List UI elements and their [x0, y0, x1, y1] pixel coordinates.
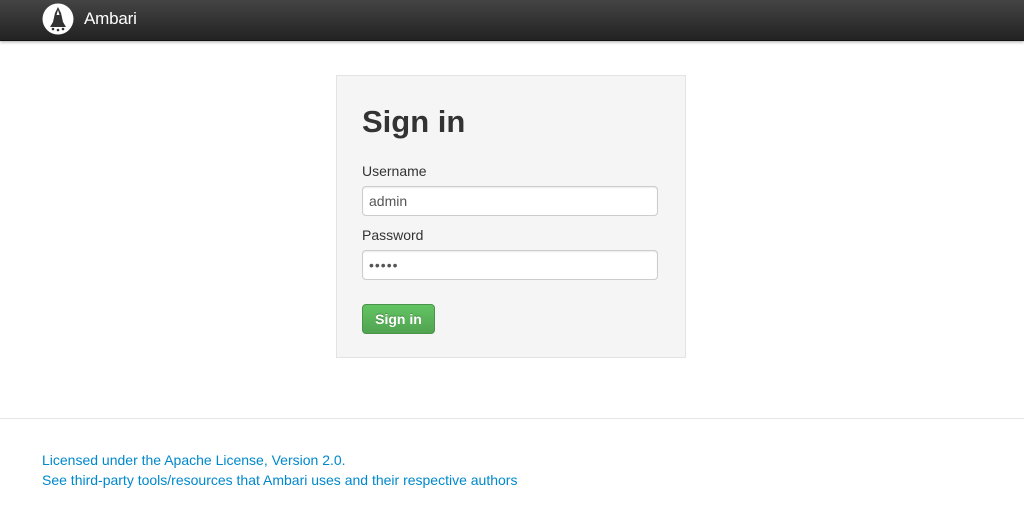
username-input[interactable] — [362, 186, 658, 216]
password-label: Password — [362, 227, 424, 243]
password-input[interactable] — [362, 250, 658, 280]
login-panel: Sign in Username Password Sign in — [336, 75, 686, 358]
login-title: Sign in — [362, 104, 466, 139]
brand-name[interactable]: Ambari — [84, 9, 137, 29]
top-navbar: Ambari — [0, 0, 1024, 41]
third-party-link[interactable]: See third-party tools/resources that Amb… — [42, 471, 517, 489]
footer-divider — [0, 418, 1024, 419]
ambari-logo-icon[interactable] — [42, 3, 74, 35]
sign-in-button[interactable]: Sign in — [362, 304, 435, 334]
username-label: Username — [362, 163, 427, 179]
license-link[interactable]: Licensed under the Apache License, Versi… — [42, 451, 346, 469]
